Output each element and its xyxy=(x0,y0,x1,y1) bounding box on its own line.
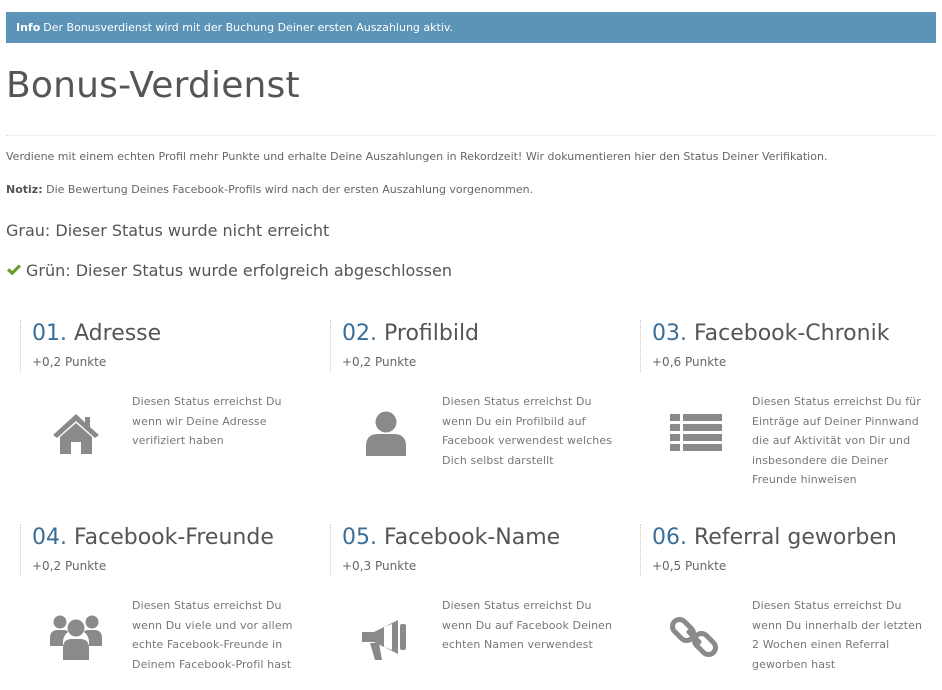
step-title-text: Adresse xyxy=(74,321,162,346)
step-description: Diesen Status erreichst Du wenn wir Dein… xyxy=(132,395,282,447)
info-label: Info xyxy=(16,21,41,34)
intro-text: Verdiene mit einem echten Profil mehr Pu… xyxy=(6,150,828,163)
info-alert: Info Der Bonusverdienst wird mit der Buch… xyxy=(6,12,936,43)
step-title-text: Facebook-Freunde xyxy=(74,525,274,550)
step-title-text: Facebook-Name xyxy=(384,525,561,550)
step-title: 06. Referral geworben xyxy=(652,524,897,552)
step-card-freunde: 04. Facebook-Freunde +0,2 Punkte Diesen … xyxy=(20,524,320,690)
step-description: Diesen Status erreichst Du für Einträge … xyxy=(752,395,921,486)
step-title: 02. Profilbild xyxy=(342,320,479,348)
step-header: 02. Profilbild +0,2 Punkte xyxy=(330,320,620,372)
step-card-chronik: 03. Facebook-Chronik +0,6 Punkte Diesen … xyxy=(640,320,940,500)
step-number: 03. xyxy=(652,321,687,346)
link-icon xyxy=(670,616,719,658)
step-card-adresse: 01. Adresse +0,2 Punkte Diesen Status er… xyxy=(20,320,320,500)
step-number: 01. xyxy=(32,321,67,346)
step-card-name: 05. Facebook-Name +0,3 Punkte Diesen Sta… xyxy=(330,524,630,690)
group-icon xyxy=(50,615,102,660)
step-title-text: Referral geworben xyxy=(694,525,897,550)
step-number: 04. xyxy=(32,525,67,550)
step-header: 04. Facebook-Freunde +0,2 Punkte xyxy=(20,524,310,576)
step-points: +0,5 Punkte xyxy=(652,559,727,573)
user-icon xyxy=(366,411,406,456)
step-header: 05. Facebook-Name +0,3 Punkte xyxy=(330,524,620,576)
step-number: 02. xyxy=(342,321,377,346)
legend-green: Grün: Dieser Status wurde erfolgreich ab… xyxy=(6,260,452,282)
note-label: Notiz: xyxy=(6,183,43,196)
step-header: 06. Referral geworben +0,5 Punkte xyxy=(640,524,930,576)
step-points: +0,2 Punkte xyxy=(32,355,107,369)
note-body: Die Bewertung Deines Facebook-Profils wi… xyxy=(46,183,534,196)
page-title: Bonus-Verdienst xyxy=(6,65,300,106)
step-description: Diesen Status erreichst Du wenn Du auf F… xyxy=(442,599,613,651)
title-divider xyxy=(6,135,936,136)
step-number: 05. xyxy=(342,525,377,550)
step-title: 03. Facebook-Chronik xyxy=(652,320,889,348)
step-title: 05. Facebook-Name xyxy=(342,524,560,552)
note-text: Notiz: Die Bewertung Deines Facebook-Pro… xyxy=(6,183,533,197)
step-points: +0,6 Punkte xyxy=(652,355,727,369)
step-description: Diesen Status erreichst Du wenn Du ein P… xyxy=(442,395,613,467)
info-text: Der Bonusverdienst wird mit der Buchung … xyxy=(43,21,454,34)
step-title: 01. Adresse xyxy=(32,320,161,348)
step-number: 06. xyxy=(652,525,687,550)
legend-green-label: Grün: Dieser Status wurde erfolgreich ab… xyxy=(26,261,452,280)
step-header: 01. Adresse +0,2 Punkte xyxy=(20,320,310,372)
step-card-profilbild: 02. Profilbild +0,2 Punkte Diesen Status… xyxy=(330,320,630,500)
megaphone-icon xyxy=(362,620,406,660)
step-header: 03. Facebook-Chronik +0,6 Punkte xyxy=(640,320,930,372)
step-points: +0,2 Punkte xyxy=(342,355,417,369)
step-card-referral: 06. Referral geworben +0,5 Punkte Diesen… xyxy=(640,524,940,690)
bonus-page: Info Der Bonusverdienst wird mit der Buch… xyxy=(0,0,942,690)
home-icon xyxy=(53,414,99,454)
step-title-text: Facebook-Chronik xyxy=(694,321,890,346)
step-title: 04. Facebook-Freunde xyxy=(32,524,274,552)
check-icon xyxy=(7,264,21,276)
step-points: +0,2 Punkte xyxy=(32,559,107,573)
step-description: Diesen Status erreichst Du wenn Du viele… xyxy=(132,599,293,671)
list-icon xyxy=(670,414,722,451)
legend-grey: Grau: Dieser Status wurde nicht erreicht xyxy=(6,221,330,240)
step-description: Diesen Status erreichst Du wenn Du inner… xyxy=(752,599,923,671)
step-title-text: Profilbild xyxy=(384,321,480,346)
step-points: +0,3 Punkte xyxy=(342,559,417,573)
